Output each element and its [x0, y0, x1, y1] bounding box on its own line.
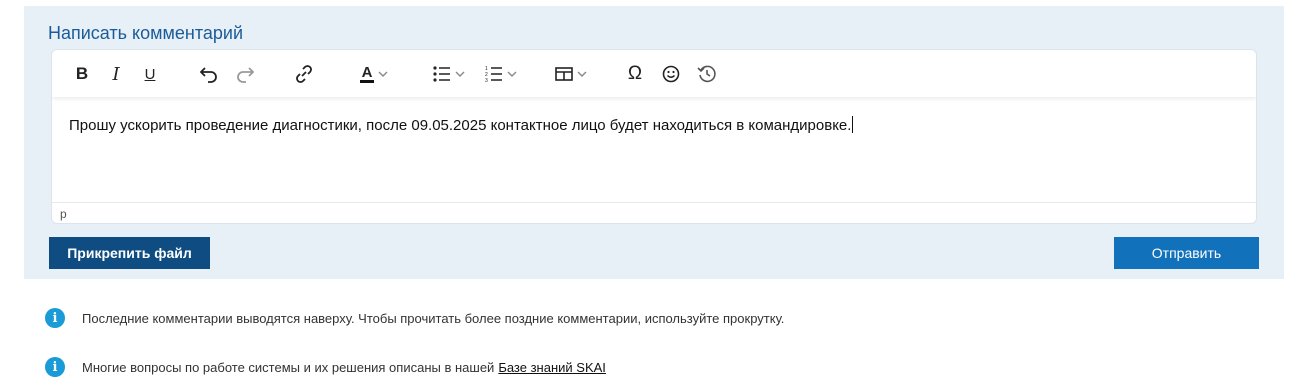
- info-icon: i: [45, 357, 65, 377]
- editor-toolbar: B I U A 123 Ω: [52, 50, 1256, 97]
- comment-panel: Написать комментарий B I U A 1 2 3 Ω Про…: [24, 6, 1284, 279]
- underline-label: U: [144, 65, 156, 83]
- chevron-down-icon: [455, 71, 465, 77]
- info-icon: i: [45, 308, 65, 328]
- bold-button[interactable]: B: [72, 62, 92, 86]
- element-path[interactable]: p: [60, 207, 67, 221]
- numbered-list-icon: 123: [485, 66, 502, 82]
- history-button[interactable]: [696, 62, 718, 86]
- editor-statusbar: p: [52, 202, 1256, 223]
- chevron-down-icon: [577, 71, 587, 77]
- table-icon: [555, 67, 573, 81]
- special-char-icon: Ω: [627, 63, 643, 84]
- link-icon: [296, 65, 312, 83]
- send-button[interactable]: Отправить: [1114, 237, 1259, 269]
- comment-text: Прошу ускорить проведение диагностики, п…: [69, 117, 852, 134]
- panel-title: Написать комментарий: [48, 23, 244, 43]
- chevron-down-icon: [378, 71, 388, 77]
- editor-content[interactable]: Прошу ускорить проведение диагностики, п…: [69, 116, 854, 134]
- undo-button[interactable]: [198, 62, 220, 86]
- font-color-icon: A: [359, 64, 375, 83]
- info-line-scroll: i Последние комментарии выводятся наверх…: [45, 308, 784, 328]
- italic-button[interactable]: I: [106, 62, 126, 86]
- emoji-button[interactable]: [660, 62, 682, 86]
- table-button[interactable]: [552, 62, 590, 86]
- numbered-list-button[interactable]: 123: [480, 62, 522, 86]
- info-text: Многие вопросы по работе системы и их ре…: [82, 359, 495, 375]
- link-button[interactable]: [292, 62, 316, 86]
- bullet-list-button[interactable]: [428, 62, 470, 86]
- info-text: Последние комментарии выводятся наверху.…: [82, 310, 785, 326]
- emoji-icon: [662, 65, 680, 83]
- undo-icon: [199, 67, 217, 83]
- special-char-button[interactable]: Ω: [624, 62, 646, 86]
- svg-text:3: 3: [485, 78, 488, 82]
- info-line-knowledge-base: i Многие вопросы по работе системы и их …: [45, 357, 606, 377]
- chevron-down-icon: [507, 71, 517, 77]
- knowledge-base-link[interactable]: Базе знаний SKAI: [498, 360, 606, 375]
- italic-label: I: [112, 63, 120, 85]
- underline-button[interactable]: U: [140, 62, 160, 86]
- redo-button[interactable]: [234, 62, 256, 86]
- text-caret: [852, 116, 854, 133]
- bullet-list-icon: [433, 66, 450, 82]
- redo-icon: [237, 67, 255, 83]
- attach-file-button[interactable]: Прикрепить файл: [49, 237, 210, 269]
- rich-text-editor: B I U A 123 Ω Прошу ускорить проведение …: [51, 49, 1257, 224]
- bold-label: B: [75, 64, 89, 83]
- font-color-button[interactable]: A: [352, 62, 396, 86]
- history-icon: [697, 65, 716, 83]
